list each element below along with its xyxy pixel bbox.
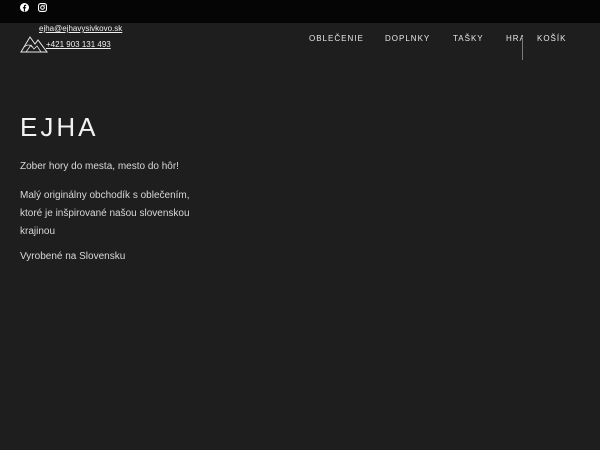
hero-tagline: Zober hory do mesta, mesto do hôr! — [20, 161, 179, 172]
nav-divider — [522, 38, 523, 60]
hero-description: Malý originálny obchodík s oblečením, kt… — [20, 190, 190, 237]
top-bar — [0, 0, 600, 23]
nav-item-kosik[interactable]: KOŠÍK — [537, 34, 566, 43]
nav-item-oblecenie[interactable]: OBLEČENIE — [309, 34, 364, 43]
instagram-icon[interactable] — [36, 1, 49, 14]
facebook-icon[interactable] — [18, 1, 31, 14]
nav-item-tasky[interactable]: TAŠKY — [453, 34, 484, 43]
hero-made-in: Vyrobené na Slovensku — [20, 251, 126, 262]
contact-email-link[interactable]: ejha@ejhavysivkovo.sk — [39, 24, 122, 33]
page-title: EJHA — [20, 112, 99, 142]
nav-item-hra[interactable]: HRA — [506, 34, 523, 43]
nav-item-doplnky[interactable]: DOPLNKY — [385, 34, 430, 43]
main-nav: OBLEČENIE DOPLNKY TAŠKY HRA KOŠÍK — [0, 34, 600, 48]
